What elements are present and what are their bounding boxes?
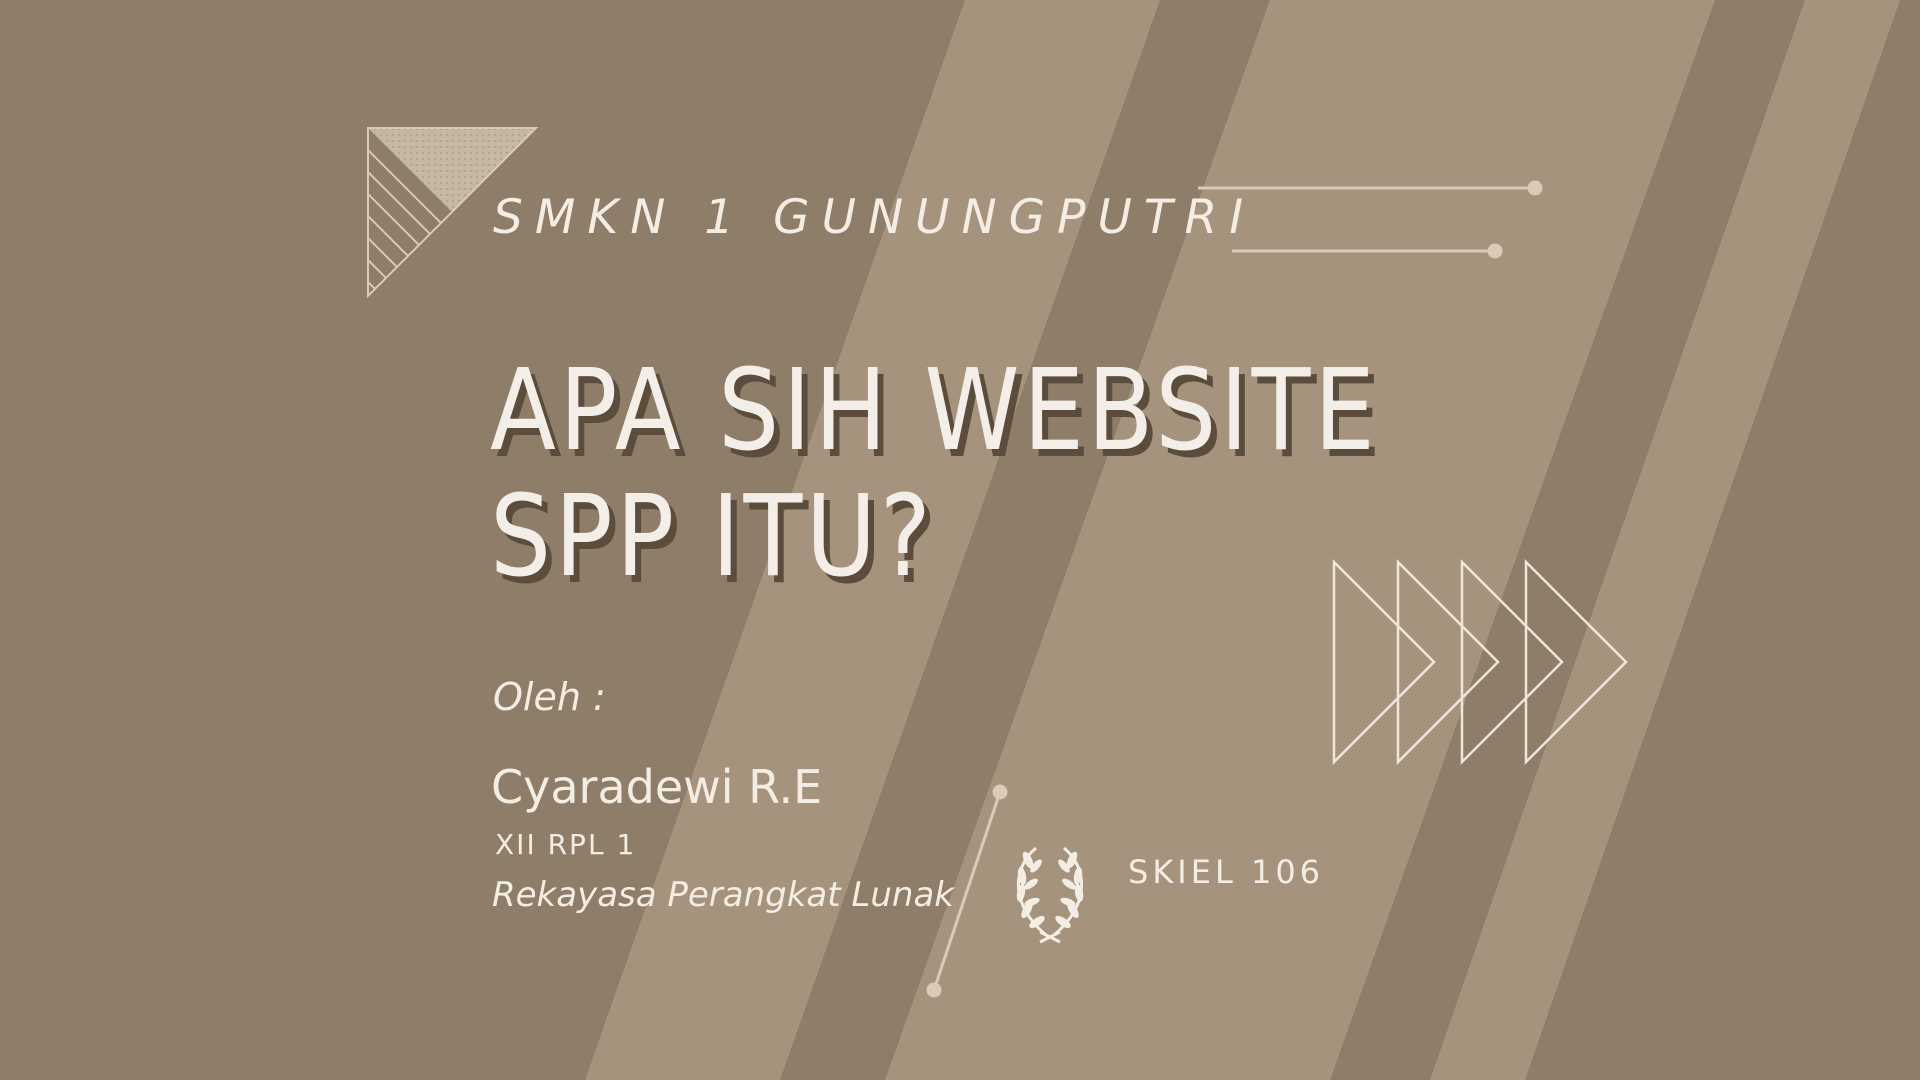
triangle-pattern-icon [367, 127, 539, 299]
title-line-1: APA SIH WEBSITE [490, 346, 1379, 476]
school-name: SMKN 1 GUNUNGPUTRI [493, 190, 1256, 245]
slide-title: APA SIH WEBSITE SPP ITU? [490, 348, 1378, 600]
major-label: Rekayasa Perangkat Lunak [492, 875, 954, 915]
by-label: Oleh : [493, 675, 606, 719]
title-line-2: SPP ITU? [490, 472, 935, 602]
class-label: XII RPL 1 [495, 828, 637, 861]
room-label: SKIEL 106 [1128, 853, 1325, 891]
title-slide: SMKN 1 GUNUNGPUTRI APA SIH WEBSITE SPP I… [0, 0, 1920, 1080]
author-name: Cyaradewi R.E [491, 760, 823, 814]
